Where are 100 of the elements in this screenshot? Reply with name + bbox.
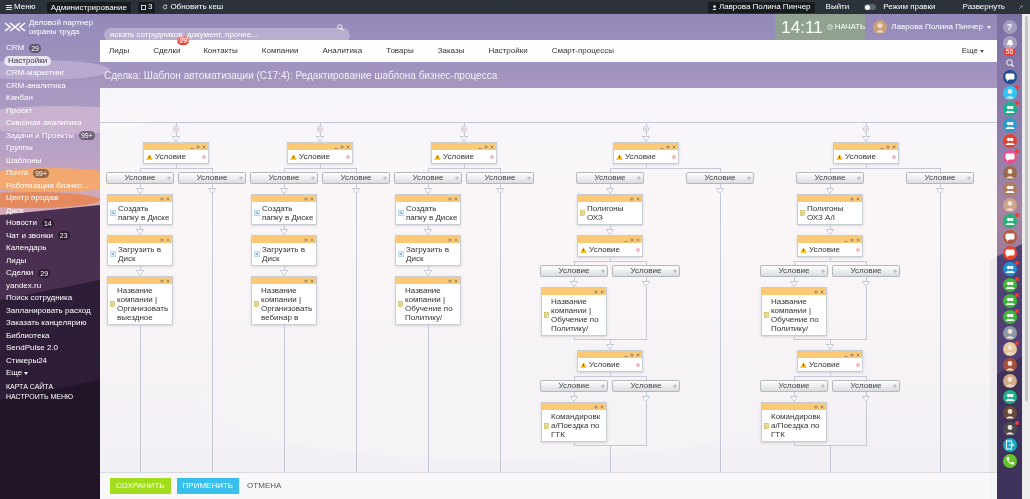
arrow-icon: [642, 281, 650, 287]
menu-tab[interactable]: Товары: [386, 45, 414, 57]
action-block[interactable]: Название компании | Организовать вебинар в: [251, 276, 317, 325]
settings-icon: [666, 144, 670, 149]
sidebar-item[interactable]: Запланировать расход: [4, 304, 93, 317]
sidebar-item[interactable]: Сделки: [4, 267, 36, 280]
branch-label: Условие: [778, 267, 810, 275]
condition-block[interactable]: Условие: [613, 142, 679, 164]
action-label: Полигоны ОХЗ А/I: [807, 204, 845, 222]
arrow-icon: [606, 229, 614, 235]
condition-block[interactable]: Условие: [577, 235, 643, 257]
more-button[interactable]: Еще: [961, 45, 984, 57]
sidebar-item[interactable]: Заказать канцелярию: [4, 317, 89, 330]
action-block[interactable]: Загрузить в Диск: [107, 235, 173, 266]
branch-bar[interactable]: Условие: [322, 172, 390, 184]
branch-bar[interactable]: Условие: [394, 172, 462, 184]
arrow-icon: [862, 136, 870, 142]
branch-bar[interactable]: Условие: [540, 380, 608, 392]
admin-button[interactable]: Администрирование: [46, 1, 131, 13]
sidebar-item[interactable]: Поиск сотрудника: [4, 292, 75, 305]
refresh-cache-button[interactable]: Обновить кеш: [162, 1, 224, 13]
arrow-icon: [424, 188, 432, 194]
action-block[interactable]: Загрузить в Диск: [395, 235, 461, 266]
branch-bar[interactable]: Условие: [832, 380, 900, 392]
arrow-icon: [642, 136, 650, 142]
sidebar-item[interactable]: Календарь: [4, 242, 49, 255]
condition-block[interactable]: Условие: [797, 235, 863, 257]
menu-tab[interactable]: Сделки: [153, 45, 181, 57]
cancel-button[interactable]: ОТМЕНА: [245, 480, 284, 492]
marker-icon: [490, 154, 494, 159]
document-icon: [764, 312, 769, 318]
branch-bar[interactable]: Условие: [760, 265, 828, 277]
sidebar-item[interactable]: SendPulse 2.0: [4, 342, 61, 355]
bell-icon: [1005, 39, 1014, 47]
sidebar-item[interactable]: Чат и звонки: [4, 229, 55, 242]
notifications-button[interactable]: [1002, 36, 1017, 50]
condition-block[interactable]: Условие: [833, 142, 899, 164]
sidebar-item[interactable]: Лиды: [4, 254, 29, 267]
action-label: Создать папку в Диске: [118, 204, 170, 222]
branch-bar[interactable]: Условие: [906, 172, 974, 184]
menu-tab[interactable]: Настройки: [488, 45, 528, 57]
branch-bar[interactable]: Условие: [576, 172, 644, 184]
sidebar-item[interactable]: yandex.ru: [4, 279, 44, 292]
pin-icon[interactable]: [1018, 4, 1024, 10]
action-block[interactable]: Загрузить в Диск: [251, 235, 317, 266]
menu-tab[interactable]: Контакты: [203, 45, 238, 57]
menu-tab[interactable]: Компании: [261, 45, 299, 57]
action-block[interactable]: Создать папку в Диске: [107, 194, 173, 225]
condition-block[interactable]: Условие: [431, 142, 497, 164]
condition-block[interactable]: Условие: [143, 142, 209, 164]
branch-bar[interactable]: Условие: [178, 172, 246, 184]
user-button[interactable]: Лаврова Полина Пинчер: [707, 1, 815, 13]
condition-block[interactable]: Условие: [577, 350, 643, 372]
sidebar-item[interactable]: Настройки: [4, 55, 52, 66]
branch-bar[interactable]: Условие: [612, 380, 680, 392]
branch-label: Условие: [484, 174, 516, 182]
action-block[interactable]: Название компании | Обучение по Политику/: [541, 287, 607, 336]
action-block[interactable]: Название компании | Организовать выездное: [107, 276, 173, 325]
edit-mode-toggle[interactable]: [864, 4, 877, 10]
action-block[interactable]: Создать папку в Диске: [251, 194, 317, 225]
branch-label: Условие: [924, 174, 956, 182]
scrollbar[interactable]: [1022, 14, 1030, 499]
branch-bar[interactable]: Условие: [540, 265, 608, 277]
warning-icon: [434, 153, 441, 160]
branch-bar[interactable]: Условие: [106, 172, 174, 184]
settings-icon: [594, 289, 598, 294]
logo-text: Деловой партнер охраны труда: [29, 18, 95, 36]
arrow-icon: [716, 188, 724, 194]
menu-tab[interactable]: Смарт-процессы: [551, 45, 614, 57]
action-block[interactable]: Полигоны ОХЗ А/I: [797, 194, 863, 225]
notifications-button[interactable]: 3: [137, 1, 156, 13]
branch-bar[interactable]: Условие: [612, 265, 680, 277]
expand-button[interactable]: Развернуть: [962, 1, 1005, 13]
menu-button[interactable]: Меню: [6, 1, 36, 13]
branch-bar[interactable]: Условие: [832, 265, 900, 277]
condition-block[interactable]: Условие: [797, 350, 863, 372]
action-block[interactable]: Создать папку в Диске: [395, 194, 461, 225]
action-block[interactable]: Название компании | Обучение по Политику/: [395, 276, 461, 325]
action-label: Командировка/Поездка по ГТК: [771, 412, 822, 439]
more-link[interactable]: Еще: [4, 367, 100, 380]
action-label: Создать папку в Диске: [406, 204, 458, 222]
sidebar-item[interactable]: Новости: [4, 217, 39, 230]
logout-link[interactable]: Выйти: [825, 1, 850, 13]
action-block[interactable]: Командировка/Поездка по ГТК: [541, 402, 607, 442]
branch-bar[interactable]: Условие: [250, 172, 318, 184]
arrow-icon: [790, 281, 798, 287]
menu-tab[interactable]: Лиды: [109, 45, 130, 57]
action-block[interactable]: Командировка/Поездка по ГТК: [761, 402, 827, 442]
branch-bar[interactable]: Условие: [760, 380, 828, 392]
condition-block[interactable]: Условие: [287, 142, 353, 164]
sidebar-item[interactable]: Библиотека: [4, 329, 52, 342]
branch-bar[interactable]: Условие: [796, 172, 864, 184]
branch-bar[interactable]: Условие: [466, 172, 534, 184]
menu-tab[interactable]: Заказы: [437, 45, 465, 57]
sidebar-item[interactable]: Стикеры24: [4, 354, 50, 367]
action-block[interactable]: Название компании | Обучение по Политику/: [761, 287, 827, 336]
arrow-icon: [790, 396, 798, 402]
action-block[interactable]: Полигоны ОХЗ: [577, 194, 643, 225]
branch-bar[interactable]: Условие: [686, 172, 754, 184]
menu-tab[interactable]: Аналитика: [322, 45, 363, 57]
